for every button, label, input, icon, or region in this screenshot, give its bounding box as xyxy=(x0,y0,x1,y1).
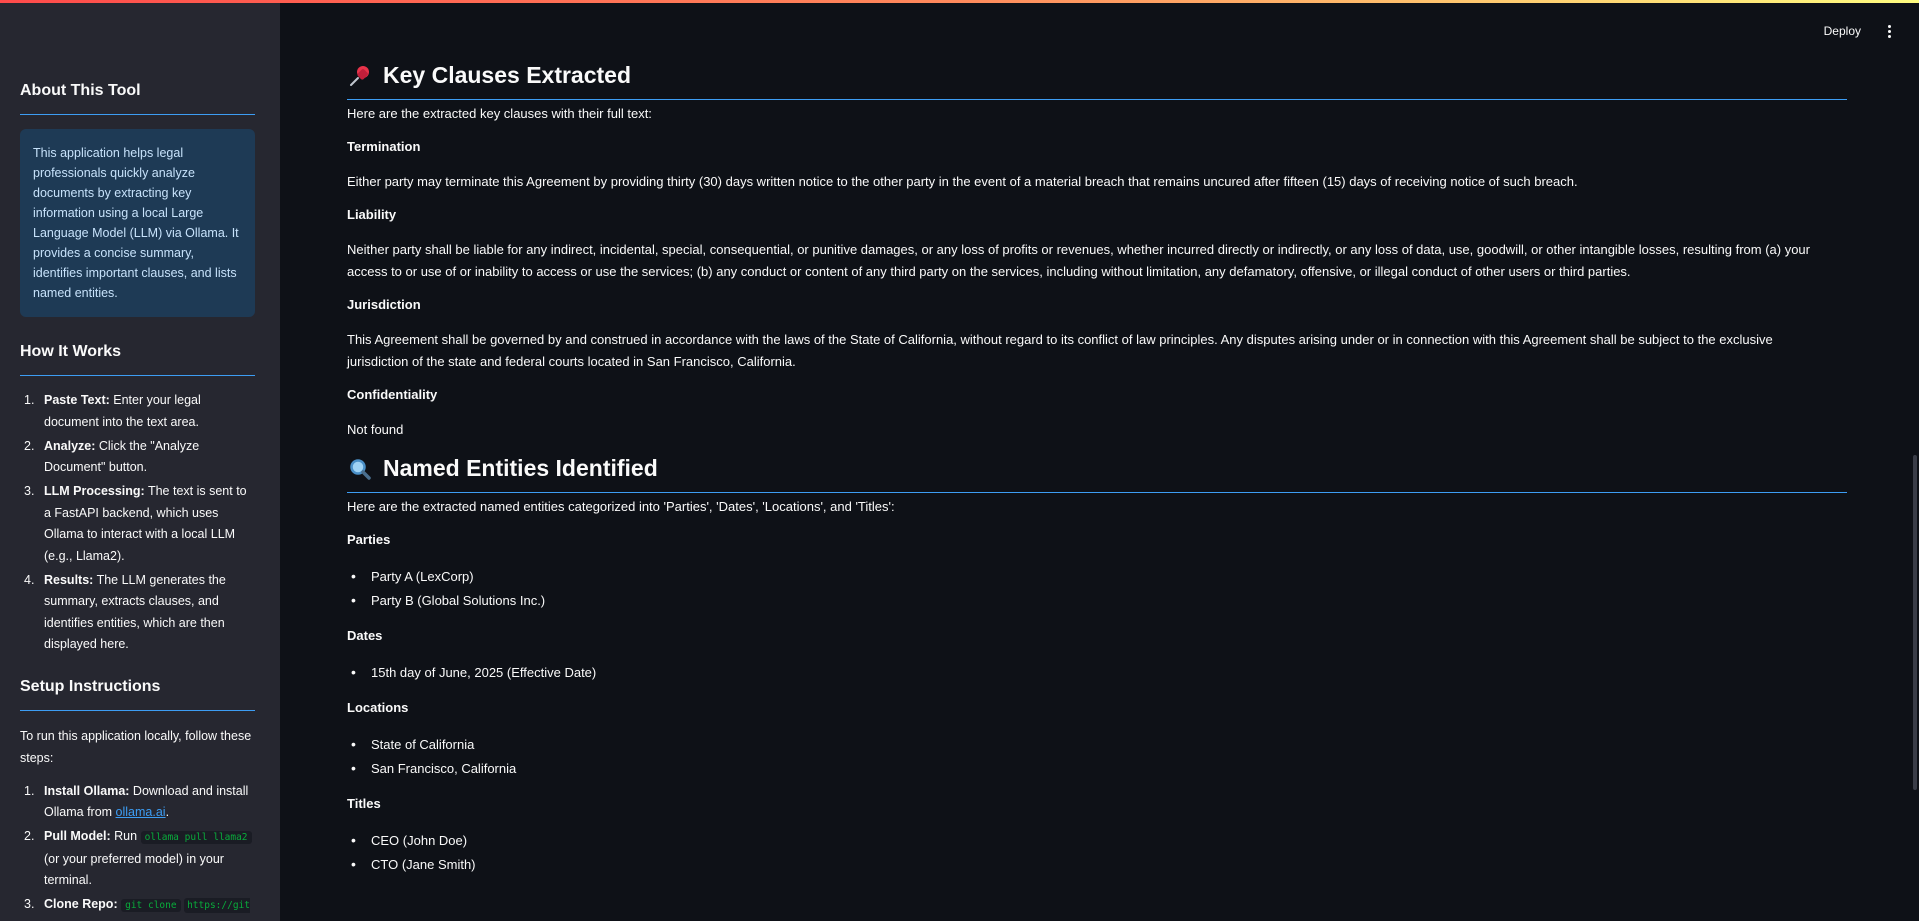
step-text: Run xyxy=(110,829,141,843)
entity-text: State of California xyxy=(371,736,475,752)
entities-section-title: Named Entities Identified xyxy=(347,455,1847,493)
clause-text: Neither party shall be liable for any in… xyxy=(347,242,1810,279)
step-label: LLM Processing: xyxy=(44,484,145,498)
list-number: 2. xyxy=(24,438,35,453)
ollama-link[interactable]: ollama.ai xyxy=(116,805,166,819)
list-item: 3. LLM Processing: The text is sent to a … xyxy=(20,481,255,567)
list-item: • 15th day of June, 2025 (Effective Date) xyxy=(351,664,597,680)
setup-list: 1. Install Ollama: Download and install O… xyxy=(20,781,255,921)
clauses-title-text: Key Clauses Extracted xyxy=(383,62,632,88)
clause-name: Termination xyxy=(347,139,421,154)
list-number: 2. xyxy=(24,829,35,843)
entities-intro: Here are the extracted named entities ca… xyxy=(347,499,895,514)
magnifier-icon xyxy=(347,456,373,482)
step-label: Install Ollama: xyxy=(44,783,130,798)
list-item: • Party B (Global Solutions Inc.) xyxy=(351,592,546,608)
entity-group-name: Parties xyxy=(347,532,391,547)
list-item: • San Francisco, California xyxy=(351,760,517,776)
clause-name: Confidentiality xyxy=(347,387,438,402)
sidebar: About This Tool This application helps l… xyxy=(0,0,280,921)
step-label: Results: xyxy=(44,572,94,587)
scrollbar[interactable] xyxy=(1913,455,1917,790)
how-it-works-list: 1. Paste Text: Enter your legal document … xyxy=(20,390,255,656)
step-label: Pull Model: xyxy=(44,829,111,843)
entity-list: • Party A (LexCorp) • Party B (Global Solu… xyxy=(347,564,1847,612)
how-it-works-heading: How It Works xyxy=(20,343,255,376)
step-label: Clone Repo: xyxy=(44,897,118,911)
clause-name: Jurisdiction xyxy=(347,297,421,312)
clause-name: Liability xyxy=(347,207,397,222)
list-item: 1. Paste Text: Enter your legal document … xyxy=(20,390,255,433)
setup-intro: To run this application locally, follow … xyxy=(20,728,252,765)
entity-text: CTO (Jane Smith) xyxy=(371,856,476,872)
list-number: 4. xyxy=(24,572,35,587)
entity-text: Party B (Global Solutions Inc.) xyxy=(371,592,546,608)
top-decoration-bar xyxy=(0,0,1919,3)
list-item: 2. Pull Model: Run ollama pull llama2 (or… xyxy=(20,826,255,892)
entities-title-text: Named Entities Identified xyxy=(383,455,658,481)
clause-text: Either party may terminate this Agreemen… xyxy=(347,174,1578,189)
list-item: 2. Analyze: Click the "Analyze Document" … xyxy=(20,436,255,479)
about-heading: About This Tool xyxy=(20,82,255,115)
clauses-section-title: Key Clauses Extracted xyxy=(347,62,1847,100)
pull-command-code: ollama pull llama2 xyxy=(140,831,252,844)
list-item: • State of California xyxy=(351,736,475,752)
clause-text: Not found xyxy=(347,422,404,437)
clone-command-code: git clone xyxy=(121,899,181,912)
list-item: 4. Results: The LLM generates the summary… xyxy=(20,570,255,656)
list-number: 3. xyxy=(24,484,35,498)
list-item: 3.Clone Repo: git clone https://github.c… xyxy=(20,894,255,921)
entity-group-name: Dates xyxy=(347,628,383,643)
entity-group-name: Locations xyxy=(347,700,409,715)
entity-text: 15th day of June, 2025 (Effective Date) xyxy=(371,664,597,680)
step-text-end: . xyxy=(165,805,170,819)
header-actions: Deploy xyxy=(1820,20,1897,42)
list-item: • Party A (LexCorp) xyxy=(351,568,474,584)
more-vertical-icon[interactable] xyxy=(1881,21,1897,41)
entity-text: CEO (John Doe) xyxy=(371,832,468,848)
entity-group-name: Titles xyxy=(347,796,381,811)
entity-text: Party A (LexCorp) xyxy=(371,568,474,584)
entity-list: • 15th day of June, 2025 (Effective Date) xyxy=(347,660,1847,684)
deploy-button[interactable]: Deploy xyxy=(1820,20,1865,42)
setup-heading: Setup Instructions xyxy=(20,678,255,711)
main-content: Key Clauses Extracted Here are the extra… xyxy=(347,0,1847,892)
list-item: • CTO (Jane Smith) xyxy=(351,856,476,872)
step-label: Analyze: xyxy=(44,438,96,453)
clause-text: This Agreement shall be governed by and … xyxy=(347,332,1773,369)
list-number: 3. xyxy=(24,897,35,911)
clauses-intro: Here are the extracted key clauses with … xyxy=(347,106,652,121)
about-info-box: This application helps legal professiona… xyxy=(20,129,255,317)
pushpin-icon xyxy=(347,63,373,89)
entity-text: San Francisco, California xyxy=(371,760,517,776)
step-label: Paste Text: xyxy=(44,393,110,407)
entity-list: • CEO (John Doe) • CTO (Jane Smith) xyxy=(347,828,1847,876)
step-text-end: (or your preferred model) in your termin… xyxy=(44,851,224,888)
list-number: 1. xyxy=(24,783,35,798)
list-item: • CEO (John Doe) xyxy=(351,832,468,848)
list-item: 1. Install Ollama: Download and install O… xyxy=(20,781,255,824)
entity-list: • State of California • San Francisco, Cal… xyxy=(347,732,1847,780)
list-number: 1. xyxy=(24,393,35,407)
